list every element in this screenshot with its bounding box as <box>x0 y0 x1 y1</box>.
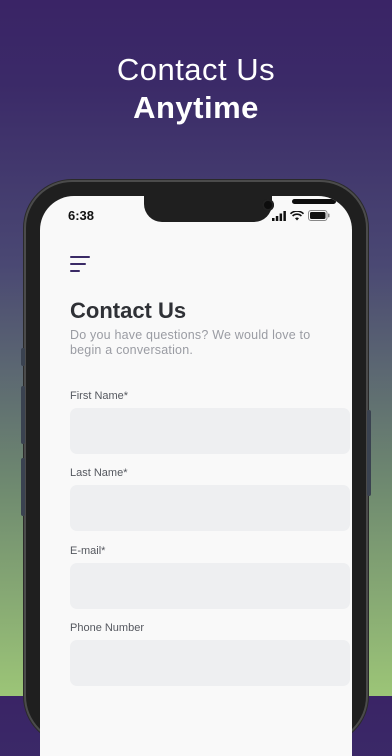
phone-screen: 6:38 Contact Us Do you have questions? W… <box>40 196 352 756</box>
mute-switch <box>21 348 25 366</box>
battery-icon <box>308 210 330 221</box>
phone-number-field[interactable] <box>70 640 350 686</box>
volume-up-button <box>21 386 25 444</box>
front-camera <box>262 199 274 211</box>
email-field[interactable] <box>70 563 350 609</box>
page-subtitle: Do you have questions? We would love to … <box>70 328 311 357</box>
email-label: E-mail* <box>70 545 106 557</box>
first-name-field[interactable] <box>70 408 350 454</box>
status-time: 6:38 <box>68 208 95 223</box>
wifi-icon <box>290 210 304 220</box>
last-name-label: Last Name* <box>70 467 128 479</box>
hamburger-menu-icon[interactable] <box>70 256 92 274</box>
signal-icon <box>272 210 286 221</box>
first-name-label: First Name* <box>70 390 129 402</box>
volume-down-button <box>21 458 25 516</box>
phone-number-label: Phone Number <box>70 622 144 634</box>
last-name-field[interactable] <box>70 485 350 531</box>
promo-headline: Contact Us <box>116 52 276 87</box>
power-button <box>367 410 371 496</box>
phone-frame: 6:38 Contact Us Do you have questions? W… <box>21 182 371 756</box>
page-title: Contact Us <box>70 298 187 323</box>
speaker-grille <box>292 199 336 204</box>
promo-headline-bold: Anytime <box>133 90 259 125</box>
status-icons <box>272 210 330 221</box>
notch <box>144 196 336 222</box>
